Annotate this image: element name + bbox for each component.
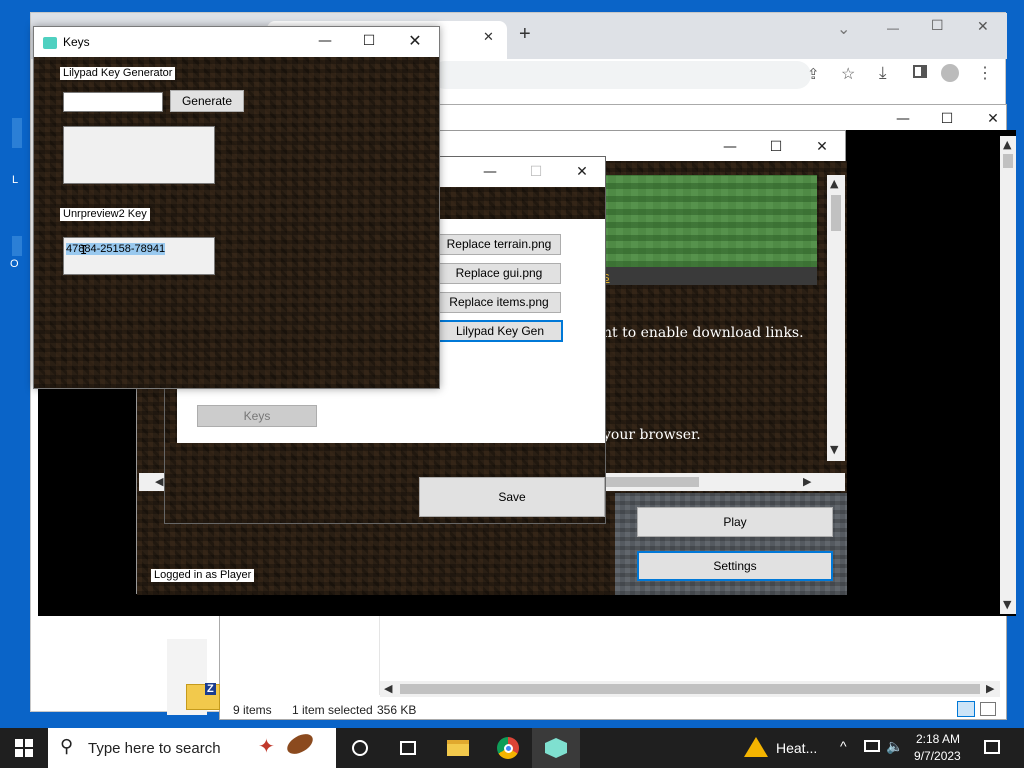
launcher-grass-banner — [601, 175, 817, 267]
tab-search-button[interactable]: ⌄ — [837, 19, 850, 39]
desktop-icon-fragment[interactable] — [12, 236, 22, 256]
search-icon: ⚲ — [60, 736, 74, 756]
scroll-right-arrow[interactable]: ▶ — [803, 475, 811, 488]
keys-window: Keys — ☐ ✕ Lilypad Key Generator Generat… — [33, 26, 440, 389]
generator-label: Lilypad Key Generator — [60, 67, 176, 80]
replace-gui-button[interactable]: Replace gui.png — [437, 263, 561, 284]
keys-minimize-button[interactable]: — — [310, 31, 340, 51]
keys-button[interactable]: Keys — [197, 405, 317, 427]
launcher-news-text-1: nt to enable download links. — [603, 325, 804, 341]
browser-address-bar[interactable] — [431, 61, 811, 89]
keys-close-button[interactable]: ✕ — [400, 31, 430, 51]
settings-close-button[interactable]: ✕ — [567, 162, 597, 182]
browser-menu-icon[interactable]: ⋮ — [977, 63, 993, 83]
browser-maximize-button[interactable]: ☐ — [931, 17, 944, 34]
sidepanel-icon[interactable] — [913, 65, 927, 78]
zip-letter: Z — [205, 683, 216, 695]
browser-close-button[interactable]: ✕ — [977, 18, 989, 35]
browser-minimize-button[interactable]: — — [887, 21, 899, 35]
launcher-news-text-2: your browser. — [603, 427, 701, 443]
desktop-icon-label: O — [10, 258, 19, 270]
settings-minimize-button[interactable]: — — [475, 162, 505, 182]
task-view-icon[interactable] — [384, 728, 432, 768]
play-button[interactable]: Play — [637, 507, 833, 537]
volume-icon[interactable]: 🔈 — [886, 738, 903, 755]
clock-date[interactable]: 9/7/2023 — [914, 749, 961, 763]
lilypad-key-gen-button[interactable]: Lilypad Key Gen — [437, 320, 563, 342]
football-icon — [283, 730, 317, 758]
explorer-maximize-button[interactable]: ☐ — [932, 109, 962, 129]
scroll-up-arrow[interactable]: ▲ — [830, 177, 838, 190]
save-button[interactable]: Save — [419, 477, 605, 517]
search-box[interactable]: ⚲ Type here to search ✦ — [48, 728, 336, 768]
notification-icon[interactable] — [984, 740, 1000, 754]
cortana-icon[interactable] — [336, 728, 384, 768]
replace-terrain-button[interactable]: Replace terrain.png — [437, 234, 561, 255]
keys-maximize-button[interactable]: ☐ — [354, 31, 384, 51]
profile-avatar-icon[interactable] — [941, 64, 959, 82]
status-selected: 1 item selected — [292, 703, 373, 717]
tab-close-button[interactable]: ✕ — [483, 29, 494, 45]
zip-folder-icon[interactable]: Z — [186, 683, 220, 710]
status-size: 356 KB — [377, 703, 417, 717]
weather-warning-icon[interactable] — [744, 737, 768, 757]
network-icon[interactable] — [864, 740, 880, 752]
start-button[interactable] — [0, 728, 48, 768]
explorer-nav-pane — [220, 615, 380, 695]
scroll-thumb[interactable] — [1003, 154, 1013, 168]
clock-time[interactable]: 2:18 AM — [916, 732, 960, 746]
launcher-close-button[interactable]: ✕ — [807, 137, 837, 157]
search-placeholder: Type here to search — [88, 740, 221, 757]
details-view-icon[interactable] — [957, 701, 975, 717]
java-app-taskbar-icon[interactable] — [532, 728, 580, 768]
generate-button[interactable]: Generate — [170, 90, 244, 112]
status-item-count: 9 items — [233, 703, 272, 717]
taskbar: ⚲ Type here to search ✦ Heat... ^ 🔈 2:18… — [0, 728, 1024, 768]
launcher-outer-vscrollbar[interactable]: ▲ ▼ — [1000, 136, 1016, 614]
explorer-close-button[interactable]: ✕ — [978, 109, 1008, 129]
explorer-hscrollbar[interactable]: ◀ ▶ — [380, 681, 1000, 697]
scroll-thumb[interactable] — [400, 684, 980, 694]
replace-items-button[interactable]: Replace items.png — [437, 292, 561, 313]
news-vscrollbar[interactable]: ▲ ▼ — [827, 175, 845, 461]
settings-maximize-button[interactable]: ☐ — [521, 162, 551, 182]
bookmark-star-icon[interactable]: ☆ — [841, 64, 855, 84]
download-icon[interactable]: ⤓ — [879, 63, 887, 83]
unrpreview-label: Unrpreview2 Key — [60, 208, 150, 221]
new-tab-button[interactable]: + — [519, 23, 531, 46]
logged-in-label: Logged in as Player — [151, 569, 255, 582]
scroll-down-arrow[interactable]: ▼ — [1003, 598, 1011, 611]
keys-app-icon — [43, 37, 57, 49]
search-highlight-icon: ✦ — [258, 736, 275, 758]
launcher-minimize-button[interactable]: — — [715, 137, 745, 157]
desktop-icon-label: L — [12, 174, 19, 186]
scroll-thumb[interactable] — [831, 195, 841, 231]
tiles-view-icon[interactable] — [980, 702, 996, 716]
keys-window-title: Keys — [63, 35, 90, 49]
scroll-left-arrow[interactable]: ◀ — [384, 682, 392, 695]
generator-output[interactable] — [63, 126, 215, 184]
launcher-grass-strip — [601, 267, 817, 285]
scroll-right-arrow[interactable]: ▶ — [986, 682, 994, 695]
text-cursor-icon: I — [80, 243, 88, 257]
settings-button[interactable]: Settings — [637, 551, 833, 581]
desktop-icon-fragment[interactable] — [12, 118, 22, 148]
chrome-taskbar-icon[interactable] — [484, 728, 532, 768]
scroll-left-arrow[interactable]: ◀ — [155, 475, 163, 488]
generator-input[interactable] — [63, 92, 163, 112]
share-icon[interactable]: ⇪ — [807, 65, 820, 83]
tray-overflow-icon[interactable]: ^ — [840, 738, 847, 754]
windows-logo-icon — [15, 739, 33, 757]
weather-text[interactable]: Heat... — [776, 740, 817, 756]
launcher-maximize-button[interactable]: ☐ — [761, 137, 791, 157]
file-explorer-taskbar-icon[interactable] — [434, 728, 482, 768]
scroll-up-arrow[interactable]: ▲ — [1003, 138, 1011, 151]
scroll-down-arrow[interactable]: ▼ — [830, 443, 838, 456]
explorer-minimize-button[interactable]: — — [888, 109, 918, 129]
